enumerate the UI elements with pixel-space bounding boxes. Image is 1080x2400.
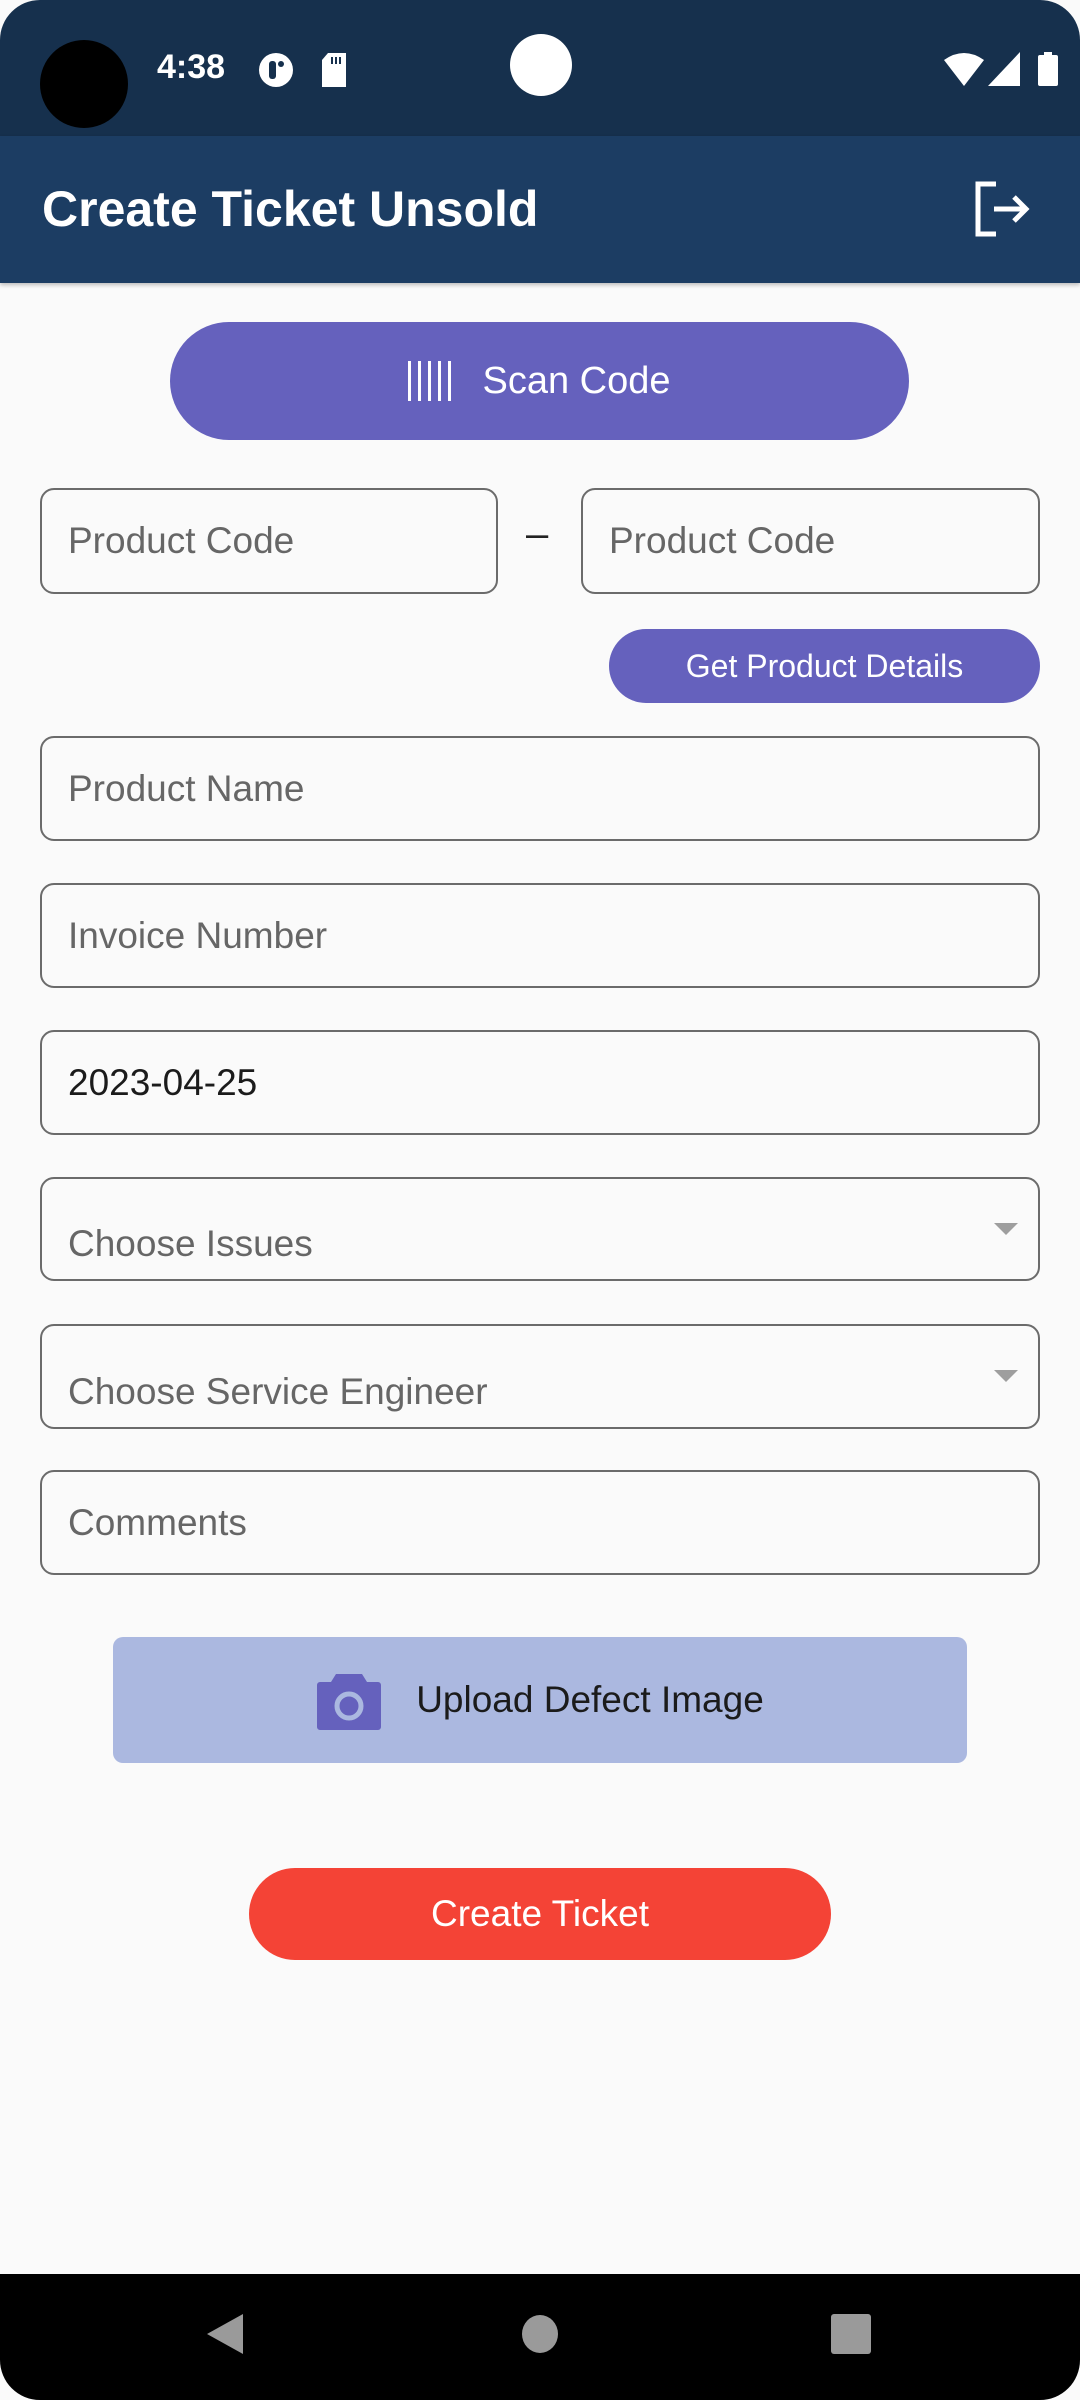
upload-defect-image-button[interactable]: Upload Defect Image: [113, 1637, 967, 1763]
chevron-down-icon: [994, 1370, 1018, 1382]
create-ticket-button[interactable]: Create Ticket: [249, 1868, 831, 1960]
issues-placeholder: Choose Issues: [68, 1223, 313, 1264]
product-code-input-left[interactable]: Product Code: [40, 488, 498, 594]
home-icon[interactable]: [520, 2312, 560, 2356]
scan-code-button[interactable]: Scan Code: [170, 322, 909, 440]
app-bar: Create Ticket Unsold: [0, 136, 1080, 283]
signal-icon: [988, 52, 1020, 86]
service-engineer-dropdown[interactable]: Choose Service Engineer: [40, 1324, 1040, 1429]
issues-dropdown[interactable]: Choose Issues: [40, 1177, 1040, 1281]
status-time: 4:38: [157, 48, 226, 86]
camera-icon: [317, 1674, 382, 1730]
notification-icon: [259, 53, 293, 87]
get-product-details-button[interactable]: Get Product Details: [609, 629, 1040, 703]
date-input[interactable]: 2023-04-25: [40, 1030, 1040, 1135]
navigation-bar: [0, 2274, 1080, 2400]
barcode-icon: [408, 361, 452, 401]
recents-icon[interactable]: [830, 2312, 872, 2356]
status-bar: 4:38: [0, 0, 1080, 136]
logout-icon[interactable]: [970, 178, 1032, 240]
back-icon[interactable]: [205, 2312, 245, 2356]
comments-input[interactable]: Comments: [40, 1470, 1040, 1575]
chevron-down-icon: [994, 1223, 1018, 1235]
product-name-input[interactable]: Product Name: [40, 736, 1040, 841]
upload-defect-image-label: Upload Defect Image: [416, 1679, 764, 1720]
page-title: Create Ticket Unsold: [42, 181, 539, 237]
camera-cutout: [40, 40, 128, 128]
wifi-icon: [944, 53, 984, 86]
invoice-number-input[interactable]: Invoice Number: [40, 883, 1040, 988]
service-engineer-placeholder: Choose Service Engineer: [68, 1371, 488, 1412]
sd-card-icon: [322, 53, 346, 87]
camera-dot: [510, 34, 572, 96]
battery-icon: [1038, 52, 1058, 86]
scan-code-label: Scan Code: [482, 359, 671, 402]
product-code-input-right[interactable]: Product Code: [581, 488, 1040, 594]
product-code-separator: –: [526, 512, 549, 556]
